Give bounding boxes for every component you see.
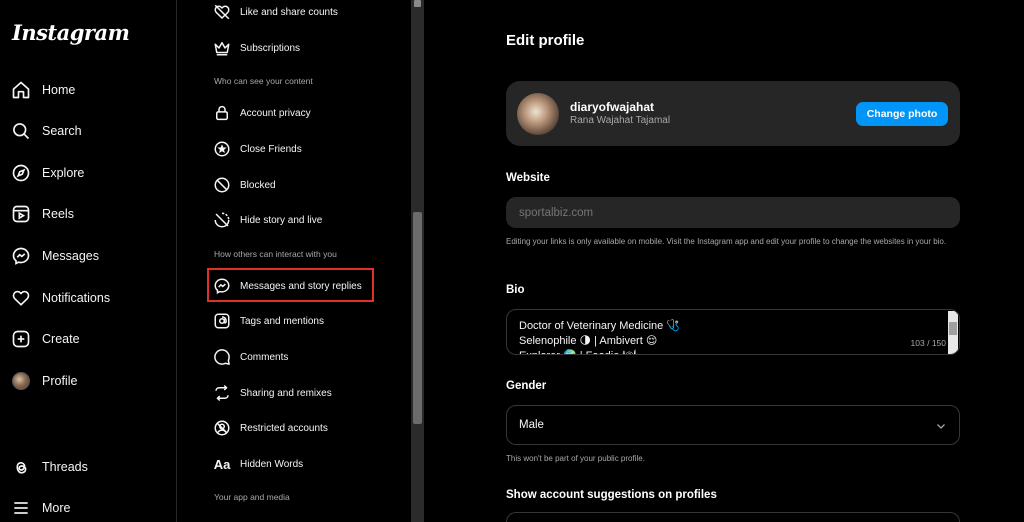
profile-avatar[interactable] xyxy=(517,93,559,135)
settings-item-sharing-remixes[interactable]: Sharing and remixes xyxy=(212,378,332,408)
nav-item-label: Threads xyxy=(42,460,88,474)
gender-hint: This won't be part of your public profil… xyxy=(506,454,645,463)
remix-icon xyxy=(212,383,232,403)
scrollbar-thumb[interactable] xyxy=(413,212,422,424)
settings-item-label: Sharing and remixes xyxy=(240,387,332,399)
settings-item-comments[interactable]: Comments xyxy=(212,342,288,372)
settings-menu: Like and share counts Subscriptions Who … xyxy=(178,0,411,522)
nav-item-threads[interactable]: Threads xyxy=(10,450,170,484)
settings-item-hidden-words[interactable]: Aa Hidden Words xyxy=(212,449,304,479)
settings-item-like-share-counts[interactable]: Like and share counts xyxy=(212,0,338,27)
website-hint: Editing your links is only available on … xyxy=(506,237,947,246)
avatar xyxy=(12,372,30,390)
scroll-up-arrow[interactable] xyxy=(414,0,421,7)
nav-item-search[interactable]: Search xyxy=(10,114,170,148)
full-name: Rana Wajahat Tajamal xyxy=(570,115,671,126)
threads-icon xyxy=(10,456,32,478)
nav-item-more[interactable]: More xyxy=(10,491,170,522)
plus-square-icon xyxy=(10,328,32,350)
nav-item-profile[interactable]: Profile xyxy=(10,364,170,398)
nav-item-reels[interactable]: Reels xyxy=(10,197,170,231)
settings-scrollbar[interactable] xyxy=(411,0,424,522)
block-icon xyxy=(212,175,232,195)
nav-item-label: Profile xyxy=(42,374,78,388)
main-nav: Instagram Home Search Explore Reels Mess… xyxy=(0,0,177,522)
settings-item-account-privacy[interactable]: Account privacy xyxy=(212,98,311,128)
profile-card: diaryofwajahat Rana Wajahat Tajamal Chan… xyxy=(506,81,960,146)
edit-profile-panel: Edit profile diaryofwajahat Rana Wajahat… xyxy=(424,0,1024,522)
nav-item-explore[interactable]: Explore xyxy=(10,156,170,190)
gender-select[interactable]: Male xyxy=(506,405,960,445)
settings-item-hide-story[interactable]: Hide story and live xyxy=(212,205,322,235)
suggestions-label: Show account suggestions on profiles xyxy=(506,489,717,501)
nav-item-label: More xyxy=(42,501,71,515)
settings-item-label: Tags and mentions xyxy=(240,315,324,327)
settings-item-label: Blocked xyxy=(240,179,276,191)
instagram-logo[interactable]: Instagram xyxy=(12,20,130,45)
home-icon xyxy=(10,79,32,101)
username: diaryofwajahat xyxy=(570,100,655,114)
heart-off-icon xyxy=(212,2,232,22)
nav-item-label: Explore xyxy=(42,166,85,180)
website-label: Website xyxy=(506,172,550,184)
avatar-wrap xyxy=(10,370,32,392)
suggestions-toggle-row[interactable] xyxy=(506,512,960,522)
gender-label: Gender xyxy=(506,380,547,392)
restricted-icon xyxy=(212,418,232,438)
menu-icon xyxy=(10,497,32,519)
heart-icon xyxy=(10,287,32,309)
text-aa-icon: Aa xyxy=(213,456,231,472)
settings-item-label: Account privacy xyxy=(240,107,311,119)
settings-item-label: Hide story and live xyxy=(240,214,323,226)
at-icon xyxy=(212,311,232,331)
page-title: Edit profile xyxy=(506,32,585,49)
nav-item-home[interactable]: Home xyxy=(10,73,170,107)
settings-item-label: Like and share counts xyxy=(240,6,338,18)
section-heading-how-others: How others can interact with you xyxy=(214,249,337,259)
comment-icon xyxy=(212,347,232,367)
section-heading-app-media: Your app and media xyxy=(214,492,290,502)
nav-item-create[interactable]: Create xyxy=(10,322,170,356)
bio-label: Bio xyxy=(506,284,525,296)
crown-icon xyxy=(212,38,232,58)
nav-item-label: Home xyxy=(42,83,76,97)
settings-item-close-friends[interactable]: Close Friends xyxy=(212,134,302,164)
settings-item-blocked[interactable]: Blocked xyxy=(212,170,276,200)
messenger-icon xyxy=(10,245,32,267)
highlight-annotation xyxy=(207,268,374,302)
website-input[interactable] xyxy=(506,197,960,228)
chevron-down-icon xyxy=(937,424,945,429)
settings-item-label: Close Friends xyxy=(240,143,302,155)
bio-scrollbar-thumb[interactable] xyxy=(949,322,957,335)
change-photo-button[interactable]: Change photo xyxy=(856,102,948,126)
gender-value: Male xyxy=(519,419,544,431)
settings-item-restricted-accounts[interactable]: Restricted accounts xyxy=(212,413,328,443)
nav-item-notifications[interactable]: Notifications xyxy=(10,281,170,315)
nav-item-label: Notifications xyxy=(42,291,111,305)
settings-item-subscriptions[interactable]: Subscriptions xyxy=(212,33,300,63)
search-icon xyxy=(10,120,32,142)
settings-item-label: Comments xyxy=(240,351,289,363)
bio-char-count: 103 / 150 xyxy=(910,338,946,348)
story-off-icon xyxy=(212,210,232,230)
bio-text: Doctor of Veterinary Medicine 🩺 Selenoph… xyxy=(519,320,681,354)
settings-item-label: Hidden Words xyxy=(240,458,304,470)
nav-item-messages[interactable]: Messages xyxy=(10,239,170,273)
section-heading-who-can-see: Who can see your content xyxy=(214,76,313,86)
bio-scrollbar[interactable] xyxy=(948,311,958,354)
settings-item-label: Subscriptions xyxy=(240,42,301,54)
nav-item-label: Messages xyxy=(42,249,99,263)
settings-item-label: Restricted accounts xyxy=(240,422,328,434)
nav-item-label: Create xyxy=(42,332,80,346)
reels-icon xyxy=(10,203,32,225)
bio-textarea[interactable]: Doctor of Veterinary Medicine 🩺 Selenoph… xyxy=(506,309,960,355)
nav-item-label: Search xyxy=(42,124,82,138)
star-circle-icon xyxy=(212,139,232,159)
lock-icon xyxy=(212,103,232,123)
nav-item-label: Reels xyxy=(42,207,74,221)
settings-item-tags-mentions[interactable]: Tags and mentions xyxy=(212,306,324,336)
compass-icon xyxy=(10,162,32,184)
